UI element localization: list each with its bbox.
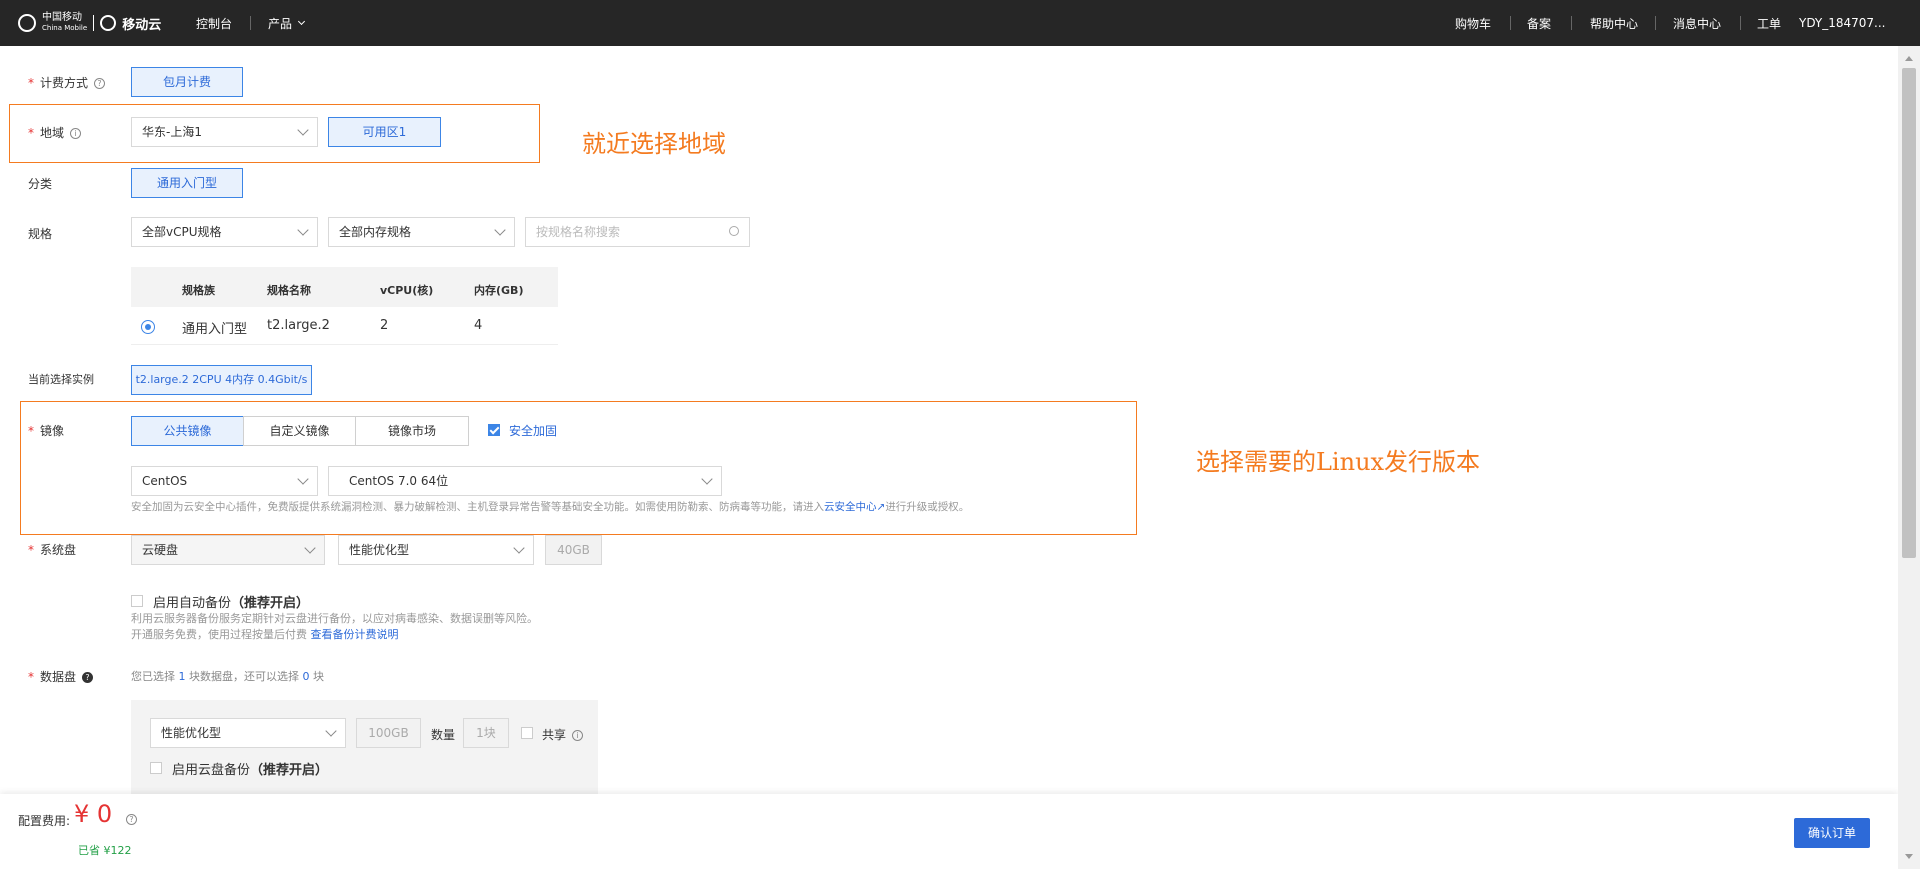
chevron-down-icon	[297, 224, 309, 236]
chevron-down-icon	[297, 473, 309, 485]
tab-custom-image[interactable]: 自定义镜像	[243, 416, 356, 446]
spec-label: 规格	[28, 227, 53, 241]
vcpu-filter-select[interactable]: 全部vCPU规格	[131, 217, 318, 247]
region-label: * 地域 i	[28, 124, 82, 141]
backup-pricing-link[interactable]: 查看备份计费说明	[311, 628, 399, 641]
auto-backup-desc: 利用云服务器备份服务定期针对云盘进行备份，以应对病毒感染、数据误删等风险。	[131, 612, 538, 625]
data-disk-perf-select[interactable]: 性能优化型	[150, 718, 346, 748]
info-icon[interactable]: i	[70, 128, 82, 139]
brand-name: 移动云	[122, 17, 162, 33]
nav-user-account[interactable]: YDY_184707...	[1799, 0, 1886, 46]
nav-filing[interactable]: 备案	[1527, 0, 1551, 46]
auto-backup-checkbox[interactable]	[131, 595, 143, 607]
chevron-down-icon	[304, 542, 316, 554]
os-version-select[interactable]: CentOS 7.0 64位	[328, 466, 722, 496]
tab-image-market[interactable]: 镜像市场	[355, 416, 469, 446]
region-annotation: 就近选择地域	[582, 130, 726, 158]
image-annotation: 选择需要的Linux发行版本	[1196, 448, 1481, 476]
confirm-order-button[interactable]: 确认订单	[1794, 818, 1870, 848]
spec-table-header-name: 规格名称	[267, 284, 311, 297]
logo-cn-text: 中国移动	[42, 12, 82, 23]
nav-cart[interactable]: 购物车	[1455, 0, 1491, 46]
ecloud-logo-icon	[100, 15, 117, 31]
chevron-down-icon	[513, 542, 525, 554]
nav-ticket[interactable]: 工单	[1757, 0, 1781, 46]
nav-product-menu[interactable]: 产品	[268, 0, 306, 46]
region-select[interactable]: 华东-上海1	[131, 117, 318, 147]
chevron-down-icon	[297, 124, 309, 136]
data-disk-size-input[interactable]: 100GB	[356, 718, 421, 748]
data-disk-label: * 数据盘?	[28, 668, 94, 685]
nav-divider	[250, 16, 251, 30]
security-hardening-label[interactable]: 安全加固	[509, 422, 557, 439]
spec-table-header-memory: 内存(GB)	[474, 284, 524, 297]
share-checkbox[interactable]	[521, 727, 533, 739]
image-label: * 镜像	[28, 424, 65, 438]
external-link-icon: ↗	[876, 501, 886, 513]
china-mobile-logo[interactable]: 中国移动 China Mobile 移动云	[18, 8, 161, 38]
auto-backup-label[interactable]: 启用自动备份（推荐开启）	[153, 592, 309, 611]
order-footer: 配置费用: ¥ 0 ? 已省 ¥122 确认订单	[0, 794, 1898, 869]
auto-backup-pricing: 开通服务免费，使用过程按量后付费 查看备份计费说明	[131, 628, 399, 641]
spec-search-input[interactable]: 按规格名称搜索	[525, 217, 750, 247]
chevron-down-icon	[494, 224, 506, 236]
help-icon[interactable]: ?	[82, 672, 94, 683]
billing-monthly-option[interactable]: 包月计费	[131, 67, 243, 97]
nav-console[interactable]: 控制台	[196, 0, 232, 46]
os-select[interactable]: CentOS	[131, 466, 318, 496]
memory-filter-select[interactable]: 全部内存规格	[328, 217, 515, 247]
top-navigation-bar: 中国移动 China Mobile 移动云 控制台 产品 购物车 备案 帮助中心 …	[0, 0, 1920, 46]
saved-amount: 已省 ¥122	[78, 844, 132, 857]
category-label: 分类	[28, 177, 53, 191]
system-disk-perf-select[interactable]: 性能优化型	[338, 535, 534, 565]
help-icon[interactable]: ?	[94, 78, 106, 89]
security-hardening-checkbox[interactable]	[488, 424, 500, 436]
security-description: 安全加固为云安全中心插件，免费版提供系统漏洞检测、暴力破解检测、主机登录异常告警…	[131, 501, 970, 513]
scroll-down-icon[interactable]	[1905, 854, 1913, 859]
system-disk-type-select[interactable]: 云硬盘	[131, 535, 325, 565]
cloud-security-center-link[interactable]: 云安全中心	[824, 501, 877, 513]
table-row[interactable]: 通用入门型 t2.large.2 2 4	[131, 307, 558, 345]
spec-radio-selected[interactable]	[141, 320, 155, 334]
current-instance-badge: t2.large.2 2CPU 4内存 0.4Gbit/s	[131, 365, 312, 395]
zone-option[interactable]: 可用区1	[328, 117, 441, 147]
category-option[interactable]: 通用入门型	[131, 168, 243, 198]
share-label: 共享 i	[542, 726, 584, 743]
help-icon[interactable]: ?	[126, 814, 137, 825]
data-disk-info: 您已选择 1 块数据盘，还可以选择 0 块	[131, 670, 324, 683]
cloud-disk-backup-label[interactable]: 启用云盘备份（推荐开启）	[172, 759, 328, 778]
price-value: ¥ 0	[74, 800, 113, 828]
spec-table-header-vcpu: vCPU(核)	[380, 284, 434, 297]
system-disk-label: * 系统盘	[28, 543, 77, 557]
nav-message-center[interactable]: 消息中心	[1673, 0, 1721, 46]
cloud-disk-backup-checkbox[interactable]	[150, 762, 162, 774]
logo-en-text: China Mobile	[42, 24, 88, 32]
search-icon[interactable]	[729, 226, 739, 236]
chevron-down-icon	[701, 473, 713, 485]
spec-table-header-family: 规格族	[182, 284, 215, 297]
system-disk-size-input[interactable]: 40GB	[545, 535, 602, 565]
info-icon[interactable]: i	[572, 730, 584, 741]
logo-divider	[93, 15, 95, 31]
page-scrollbar[interactable]	[1898, 46, 1920, 869]
nav-help-center[interactable]: 帮助中心	[1590, 0, 1638, 46]
fee-label: 配置费用:	[18, 814, 71, 828]
tab-public-image[interactable]: 公共镜像	[131, 416, 244, 446]
chevron-down-icon	[297, 17, 306, 26]
quantity-label: 数量	[431, 728, 456, 742]
scrollbar-thumb[interactable]	[1902, 68, 1916, 558]
current-instance-label: 当前选择实例	[28, 373, 94, 386]
billing-label: * 计费方式?	[28, 74, 106, 91]
quantity-stepper[interactable]: 1块	[463, 718, 509, 748]
chevron-down-icon	[325, 725, 337, 737]
china-mobile-logo-icon	[18, 14, 36, 32]
scroll-up-icon[interactable]	[1905, 56, 1913, 61]
